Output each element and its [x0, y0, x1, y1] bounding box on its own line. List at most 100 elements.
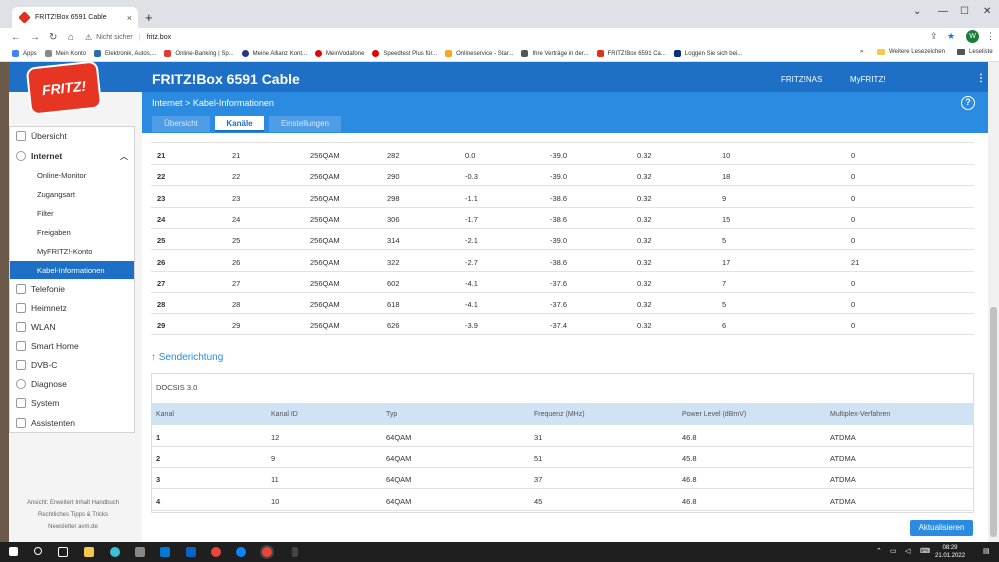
edge-icon[interactable]: [110, 547, 120, 557]
browser-menu-icon[interactable]: ⋮: [986, 31, 995, 42]
bookmark-item[interactable]: Online-Banking | Sp...: [164, 50, 234, 57]
bookmark-star-icon[interactable]: ★: [947, 31, 955, 42]
footer-links-3[interactable]: Newsletter avm.de: [11, 524, 135, 530]
sidebar-item-telefonie[interactable]: Telefonie: [10, 280, 134, 298]
sidebar-item-uebersicht[interactable]: Übersicht: [10, 127, 134, 145]
bookmark-item[interactable]: FRITZ!Box 6591 Ca...: [596, 50, 666, 57]
sidebar-item-diagnose[interactable]: Diagnose: [10, 375, 134, 393]
forward-icon[interactable]: →: [30, 32, 40, 43]
sidebar-item-myfritz-konto[interactable]: MyFRITZ!-Konto: [10, 242, 134, 260]
chrome-active-icon[interactable]: [262, 547, 272, 557]
task-view-icon[interactable]: [58, 547, 68, 557]
table-row: 21 21 256QAM 282 0.0 -39.0 0.32 10 0: [151, 144, 974, 165]
sidebar-item-zugangsart[interactable]: Zugangsart: [10, 185, 134, 203]
language-icon[interactable]: ⌨: [920, 547, 930, 555]
bookmark-item[interactable]: Ihre Verträge in der...: [521, 50, 589, 57]
table-cell: 46.8: [682, 475, 697, 485]
table-row: 28 28 256QAM 618 -4.1 -37.6 0.32 5 0: [151, 293, 974, 315]
share-icon[interactable]: ⇪: [930, 31, 938, 42]
senderichtung-link[interactable]: ↑ Senderichtung: [151, 352, 223, 363]
windows-start-icon[interactable]: [9, 547, 18, 556]
mail-icon[interactable]: [186, 547, 196, 557]
sidebar-item-assistenten[interactable]: Assistenten: [10, 414, 134, 432]
table-cell: 0: [851, 214, 856, 224]
apps-grid-icon: [12, 50, 19, 57]
bookmark-item[interactable]: MeinVodafone: [315, 50, 364, 57]
url-input[interactable]: ⚠ Nicht sicher | fritz.box: [85, 30, 943, 44]
bookmark-apps[interactable]: Apps: [12, 50, 37, 57]
bookmarks-more-button[interactable]: »: [860, 49, 863, 55]
browser-tab[interactable]: FRITZ!Box 6591 Cable ×: [12, 7, 138, 28]
tab-close-icon[interactable]: ×: [127, 13, 132, 23]
tab-einstellungen[interactable]: Einstellungen: [269, 116, 341, 132]
table-cell: 256QAM: [310, 300, 340, 310]
bookmark-item[interactable]: Onlineservice - Star...: [445, 50, 513, 57]
tab-uebersicht[interactable]: Übersicht: [152, 116, 210, 132]
profile-avatar[interactable]: W: [966, 30, 979, 43]
new-tab-button[interactable]: +: [145, 10, 153, 25]
search-icon[interactable]: [34, 547, 42, 555]
bookmark-item[interactable]: Speedtest Plus für...: [372, 50, 437, 57]
bookmark-item[interactable]: Loggen Sie sich bei...: [673, 50, 742, 57]
tab-search-icon[interactable]: ⌄: [913, 6, 921, 17]
footer-links-1[interactable]: Ansicht: Erweitert Inhalt Handbuch: [11, 500, 135, 506]
column-header: Power Level (dBmV): [682, 411, 747, 418]
bookmark-item[interactable]: Mein Konto: [44, 50, 86, 57]
more-menu-icon[interactable]: ⋮: [976, 73, 986, 84]
taskbar-clock[interactable]: 08:29 21.01.2022: [935, 544, 965, 560]
table-cell: 64QAM: [386, 433, 412, 442]
file-explorer-icon[interactable]: [84, 547, 94, 557]
update-button[interactable]: Aktualisieren: [910, 520, 973, 536]
table-cell: -1.1: [465, 193, 478, 203]
myfritz-link[interactable]: MyFRITZ!: [850, 75, 886, 84]
help-icon[interactable]: ?: [961, 96, 975, 110]
table-cell: 25: [232, 236, 241, 246]
sidebar-item-filter[interactable]: Filter: [10, 204, 134, 222]
bookmark-item[interactable]: Meine Allianz Kont...: [241, 50, 307, 57]
bookmark-item[interactable]: Elektronik, Autos,...: [94, 50, 156, 57]
other-bookmarks[interactable]: Weitere Lesezeichen: [877, 49, 945, 55]
table-cell: 31: [534, 433, 543, 442]
minimize-button[interactable]: —: [938, 6, 948, 17]
notifications-icon[interactable]: ▤: [983, 547, 990, 555]
table-cell: 26: [232, 257, 241, 267]
store-icon[interactable]: [160, 547, 170, 557]
sidebar-item-dvb-c[interactable]: DVB-C: [10, 356, 134, 374]
fritz-logo[interactable]: FRITZ!: [25, 60, 103, 116]
tray-chevron-icon[interactable]: ⌃: [876, 547, 882, 555]
chrome-icon[interactable]: [211, 547, 221, 557]
sidebar-item-internet[interactable]: Internet ︿: [10, 147, 134, 165]
sidebar-item-online-monitor[interactable]: Online-Monitor: [10, 166, 134, 184]
sidebar-item-kabel-informationen[interactable]: Kabel-Informationen: [10, 261, 134, 279]
sidebar-item-system[interactable]: System: [10, 394, 134, 412]
windows-taskbar: [0, 542, 999, 562]
scrollbar[interactable]: [988, 62, 999, 542]
sidebar-item-freigaben[interactable]: Freigaben: [10, 223, 134, 241]
app-icon[interactable]: [135, 547, 145, 557]
clock-time: 08:29: [942, 545, 958, 551]
chat-icon[interactable]: [236, 547, 246, 557]
table-cell: -1.7: [465, 214, 478, 224]
tab-kanaele[interactable]: Kanäle: [215, 116, 264, 132]
table-cell: -4.1: [465, 300, 478, 310]
scrollbar-thumb[interactable]: [990, 307, 997, 537]
taskbar-app-icon[interactable]: [292, 547, 298, 557]
home-icon[interactable]: ⌂: [68, 32, 76, 43]
close-window-button[interactable]: ✕: [983, 6, 991, 17]
volume-icon[interactable]: ◁: [905, 547, 910, 555]
breadcrumb: Internet > Kabel-Informationen: [152, 98, 274, 108]
bookmark-favicon-icon: [241, 50, 249, 57]
back-icon[interactable]: ←: [11, 32, 21, 43]
sidebar-item-wlan[interactable]: WLAN: [10, 318, 134, 336]
fritz-nas-link[interactable]: FRITZ!NAS: [781, 75, 822, 84]
breadcrumb-root[interactable]: Internet: [152, 98, 183, 108]
table-cell: -37.6: [550, 300, 568, 310]
sidebar-item-smart-home[interactable]: Smart Home: [10, 337, 134, 355]
network-tray-icon[interactable]: ▭: [890, 547, 897, 555]
table-cell: 5: [722, 236, 727, 246]
reading-list[interactable]: Leseliste: [957, 49, 993, 55]
reload-icon[interactable]: ↻: [49, 32, 57, 43]
sidebar-item-heimnetz[interactable]: Heimnetz: [10, 299, 134, 317]
maximize-button[interactable]: ☐: [960, 6, 969, 17]
footer-links-2[interactable]: Rechtliches Tipps & Tricks: [11, 512, 135, 518]
